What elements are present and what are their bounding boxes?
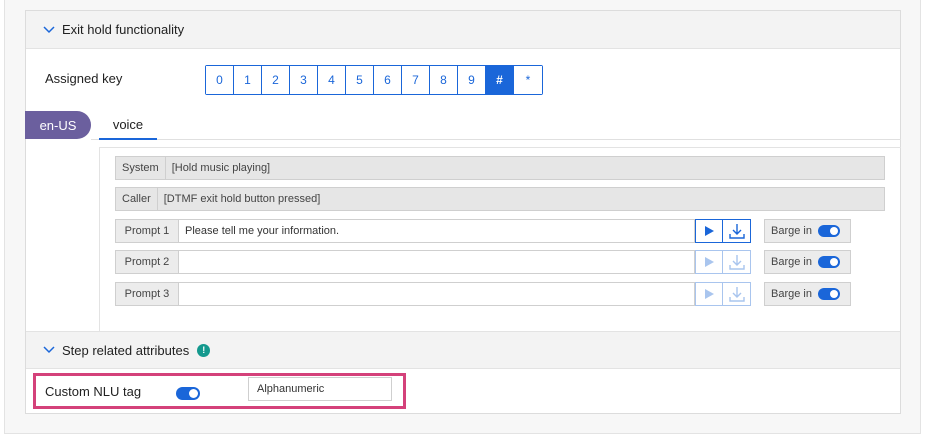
custom-nlu-label: Custom NLU tag [45,384,142,399]
chevron-down-icon[interactable] [42,343,56,357]
system-value: [Hold music playing] [171,162,271,174]
step-attributes-section-header[interactable]: Step related attributes ! [26,331,900,369]
barge-in-toggle[interactable] [817,288,840,300]
barge-in-toggle[interactable] [817,225,840,237]
assigned-key-selector: 0 1 2 3 4 5 6 7 8 9 # * [205,65,543,95]
prompt-input[interactable]: Please tell me your information. [178,219,695,243]
key-star[interactable]: * [514,66,542,94]
custom-nlu-toggle[interactable] [176,387,200,400]
barge-in-control: Barge in [764,250,851,274]
tab-voice[interactable]: voice [99,111,157,140]
chevron-down-icon[interactable] [42,23,56,37]
section-title: Step related attributes [62,342,190,358]
tab-divider [91,139,901,140]
barge-in-label: Barge in [771,288,812,300]
key-0[interactable]: 0 [206,66,234,94]
prompt-input[interactable] [178,282,695,306]
section-title: Exit hold functionality [62,22,185,37]
key-8[interactable]: 8 [430,66,458,94]
play-button[interactable] [695,250,723,274]
prompt-row: Prompt 3 [115,282,751,306]
caller-value: [DTMF exit hold button pressed] [163,193,321,205]
key-1[interactable]: 1 [234,66,262,94]
download-button[interactable] [723,219,751,243]
barge-in-label: Barge in [771,256,812,268]
key-7[interactable]: 7 [402,66,430,94]
key-6[interactable]: 6 [374,66,402,94]
prompt-label: Prompt 2 [115,250,178,274]
barge-in-control: Barge in [764,219,851,243]
caller-label: Caller [116,188,158,210]
download-button[interactable] [723,250,751,274]
play-button[interactable] [695,219,723,243]
exit-hold-section-header[interactable]: Exit hold functionality [26,11,900,49]
key-5[interactable]: 5 [346,66,374,94]
assigned-key-label: Assigned key [45,71,123,86]
language-tab[interactable]: en-US [25,111,91,139]
system-row: System [Hold music playing] [115,156,885,180]
settings-panel: Exit hold functionality Assigned key 0 1… [25,10,901,414]
key-9[interactable]: 9 [458,66,486,94]
barge-in-control: Barge in [764,282,851,306]
key-4[interactable]: 4 [318,66,346,94]
caller-row: Caller [DTMF exit hold button pressed] [115,187,885,211]
key-hash[interactable]: # [486,66,514,94]
play-icon [705,226,714,236]
download-icon [728,255,745,270]
download-icon [728,224,745,239]
info-icon[interactable]: ! [197,343,211,357]
barge-in-toggle[interactable] [817,256,840,268]
download-button[interactable] [723,282,751,306]
system-label: System [116,157,166,179]
play-button[interactable] [695,282,723,306]
prompt-row: Prompt 1 Please tell me your information… [115,219,751,243]
prompt-label: Prompt 3 [115,282,178,306]
play-icon [705,257,714,267]
play-icon [705,289,714,299]
prompt-input[interactable] [178,250,695,274]
key-3[interactable]: 3 [290,66,318,94]
download-icon [728,287,745,302]
prompt-label: Prompt 1 [115,219,178,243]
custom-nlu-input[interactable]: Alphanumeric [248,377,392,401]
key-2[interactable]: 2 [262,66,290,94]
prompt-row: Prompt 2 [115,250,751,274]
barge-in-label: Barge in [771,225,812,237]
